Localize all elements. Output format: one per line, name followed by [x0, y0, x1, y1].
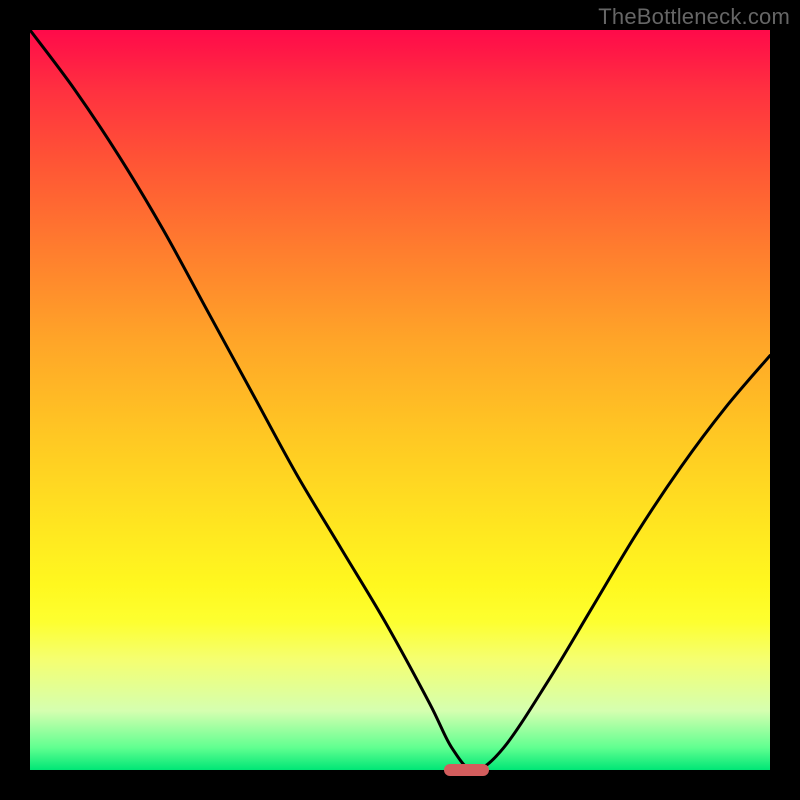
curve-path — [30, 30, 770, 770]
chart-area — [30, 30, 770, 770]
bottleneck-curve — [30, 30, 770, 770]
optimum-marker — [444, 764, 488, 776]
watermark-text: TheBottleneck.com — [598, 4, 790, 30]
